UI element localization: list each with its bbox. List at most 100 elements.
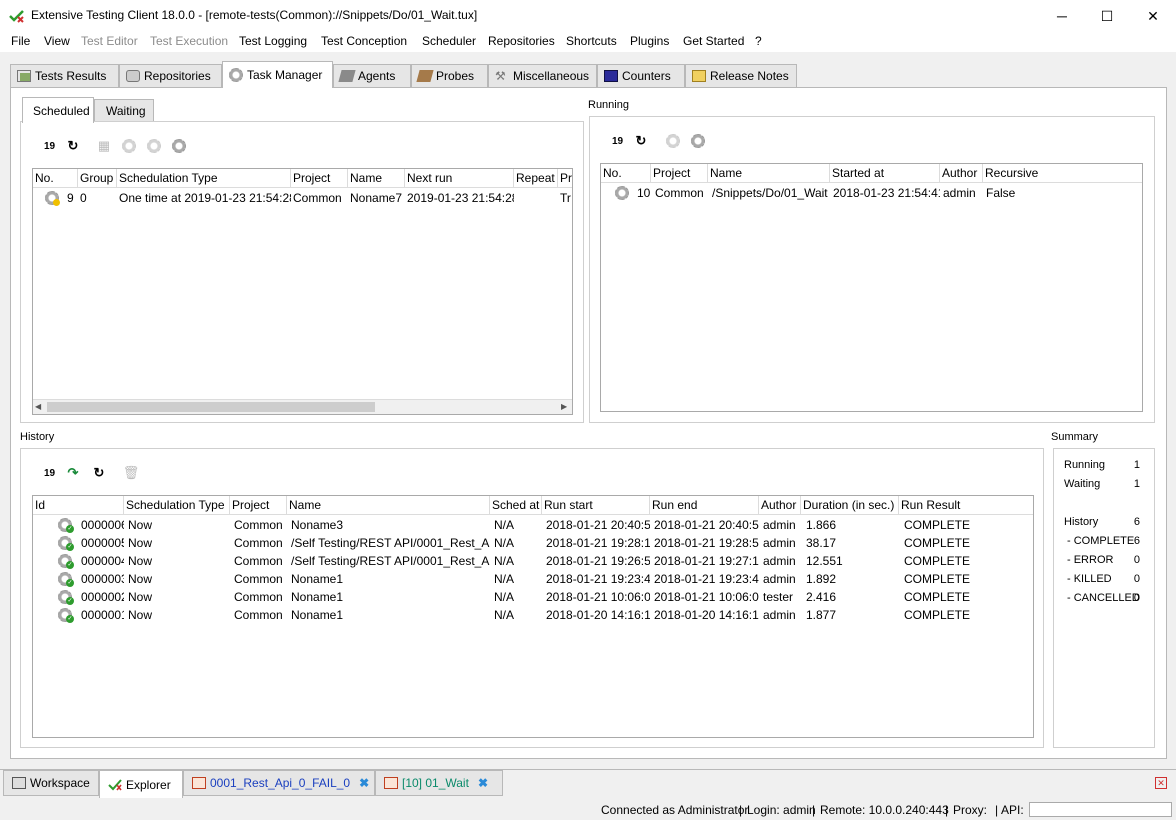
close-window-button[interactable]: ✕	[1130, 0, 1176, 32]
column-header[interactable]: Name	[348, 169, 405, 188]
column-header[interactable]: Recursive	[983, 164, 1142, 183]
tab-workspace[interactable]: Workspace	[3, 770, 99, 796]
cell: Now	[128, 536, 153, 550]
column-header[interactable]: No.	[33, 169, 78, 188]
refresh-icon[interactable]: ↻	[90, 464, 108, 482]
summary-key: Waiting	[1064, 478, 1101, 490]
menu-test-logging[interactable]: Test Logging	[239, 34, 307, 48]
table-row[interactable]: ✓ 0000002 Now Common Noname1 N/A 2018-01-21 10…	[33, 588, 1033, 606]
tab-scheduled[interactable]: Scheduled	[22, 97, 94, 123]
menu-test-execution[interactable]: Test Execution	[150, 34, 228, 48]
run-now-icon[interactable]	[145, 137, 163, 155]
column-header[interactable]: Run start	[542, 496, 650, 515]
cell: admin	[763, 608, 796, 622]
minimize-button[interactable]: ─	[1039, 0, 1085, 32]
column-header[interactable]: Next run	[405, 169, 514, 188]
column-header[interactable]: Sched at	[490, 496, 542, 515]
menu-file[interactable]: File	[11, 34, 30, 48]
column-header[interactable]: Pr	[558, 169, 572, 188]
tab-rest-api-log[interactable]: 0001_Rest_Api_0_FAIL_0 ✖	[183, 770, 375, 796]
gear-icon	[691, 134, 705, 148]
tab-waiting[interactable]: Waiting	[94, 99, 154, 121]
menu-repositories[interactable]: Repositories	[488, 34, 555, 48]
menu-test-editor[interactable]: Test Editor	[81, 34, 138, 48]
table-row[interactable]: ✓ 0000001 Now Common Noname1 N/A 2018-01-20 14…	[33, 606, 1033, 624]
tab-wait-log[interactable]: [10] 01_Wait ✖	[375, 770, 503, 796]
kill-task-icon[interactable]	[689, 132, 707, 150]
close-all-icon[interactable]: ✕	[1155, 777, 1167, 789]
scrollbar-thumb[interactable]	[47, 402, 375, 412]
table-row[interactable]: ✓ 0000003 Now Common Noname1 N/A 2018-01-21 19…	[33, 570, 1033, 588]
column-header[interactable]: Repeat	[514, 169, 558, 188]
tab-repositories[interactable]: Repositories	[119, 64, 222, 87]
column-header[interactable]: Name	[287, 496, 490, 515]
tab-agents[interactable]: Agents	[333, 64, 411, 87]
column-header[interactable]: Schedulation Type	[117, 169, 291, 188]
refresh-icon[interactable]: ↻	[64, 137, 82, 155]
summary-value: 6	[1133, 516, 1140, 528]
tab-counters[interactable]: Counters	[597, 64, 685, 87]
column-header[interactable]: Name	[708, 164, 830, 183]
trash-icon[interactable]: 🗑	[122, 464, 140, 482]
column-header[interactable]: Project	[230, 496, 287, 515]
cell: 2018-01-23 21:54:41	[833, 186, 940, 200]
sort-icon[interactable]: 1 9	[40, 137, 58, 155]
cell: 0000005	[81, 536, 124, 550]
tab-explorer[interactable]: Explorer	[99, 770, 183, 798]
status-login: Login: admin	[747, 803, 816, 817]
summary-list: Running 1 Waiting 1 History 6 - COMPLETE 6 -…	[1054, 459, 1150, 739]
column-header[interactable]: Author	[940, 164, 983, 183]
table-row[interactable]: ✓ 0000006 Now Common Noname3 N/A 2018-01-21 20…	[33, 516, 1033, 534]
table-row[interactable]: ✓ 0000004 Now Common/Self Testing/REST API/…	[33, 552, 1033, 570]
summary-value: 0	[1133, 554, 1140, 566]
cancel-task-icon[interactable]	[170, 137, 188, 155]
table-row[interactable]: 10 Common /Snippets/Do/01_Wait 2018-01-2…	[601, 184, 1142, 202]
column-header[interactable]: Id	[33, 496, 124, 515]
horizontal-scrollbar[interactable]: ◀ ▶	[33, 399, 572, 414]
tab-miscellaneous[interactable]: ⚒ Miscellaneous	[488, 64, 597, 87]
table-row[interactable]: ✓ 0000005 Now Common/Self Testing/REST API/…	[33, 534, 1033, 552]
replay-icon[interactable]: ↷	[64, 464, 82, 482]
tab-task-manager[interactable]: Task Manager	[222, 61, 333, 88]
running-toolbar: 1 9 ↻	[608, 132, 728, 150]
column-header[interactable]: Author	[759, 496, 801, 515]
cell: 2018-01-21 19:23:42	[546, 572, 650, 586]
pause-task-icon[interactable]	[120, 137, 138, 155]
menu-help[interactable]: ?	[755, 34, 762, 48]
column-header[interactable]: Group	[78, 169, 117, 188]
tab-probes[interactable]: Probes	[411, 64, 488, 87]
close-tab-icon[interactable]: ✖	[359, 776, 369, 790]
table-row[interactable]: 9 0 One time at 2019-01-23 21:54:28 Comm…	[33, 189, 572, 207]
refresh-icon[interactable]: ↻	[632, 132, 650, 150]
status-bar: Connected as Administrator | Login: admi…	[0, 799, 1176, 820]
summary-key: Running	[1064, 459, 1105, 471]
column-header[interactable]: Run Result	[899, 496, 1033, 515]
summary-key: History	[1064, 516, 1099, 528]
tab-release-notes[interactable]: Release Notes	[685, 64, 797, 87]
maximize-button[interactable]: ☐	[1084, 0, 1130, 32]
scroll-right-icon[interactable]: ▶	[561, 402, 567, 411]
cell: /Self Testing/REST API/0001_Rest_Api	[291, 536, 490, 550]
menu-scheduler[interactable]: Scheduler	[422, 34, 476, 48]
sort-icon[interactable]: 1 9	[40, 464, 58, 482]
edit-schedule-icon[interactable]: ▦	[95, 137, 113, 155]
close-tab-icon[interactable]: ✖	[478, 776, 488, 790]
menu-test-conception[interactable]: Test Conception	[321, 34, 407, 48]
scroll-left-icon[interactable]: ◀	[35, 402, 41, 411]
menu-view[interactable]: View	[44, 34, 70, 48]
menu-shortcuts[interactable]: Shortcuts	[566, 34, 617, 48]
menu-plugins[interactable]: Plugins	[630, 34, 669, 48]
column-header[interactable]: Started at	[830, 164, 940, 183]
sort-icon[interactable]: 1 9	[608, 132, 626, 150]
column-header[interactable]: Project	[651, 164, 708, 183]
stop-task-icon[interactable]	[664, 132, 682, 150]
column-header[interactable]: Run end	[650, 496, 759, 515]
column-header[interactable]: No.	[601, 164, 651, 183]
tab-tests-results[interactable]: Tests Results	[10, 64, 119, 87]
menu-get-started[interactable]: Get Started	[683, 34, 744, 48]
column-header[interactable]: Project	[291, 169, 348, 188]
tab-label: Miscellaneous	[513, 69, 590, 83]
column-header[interactable]: Schedulation Type	[124, 496, 230, 515]
status-separator: |	[812, 803, 816, 817]
column-header[interactable]: Duration (in sec.)	[801, 496, 899, 515]
